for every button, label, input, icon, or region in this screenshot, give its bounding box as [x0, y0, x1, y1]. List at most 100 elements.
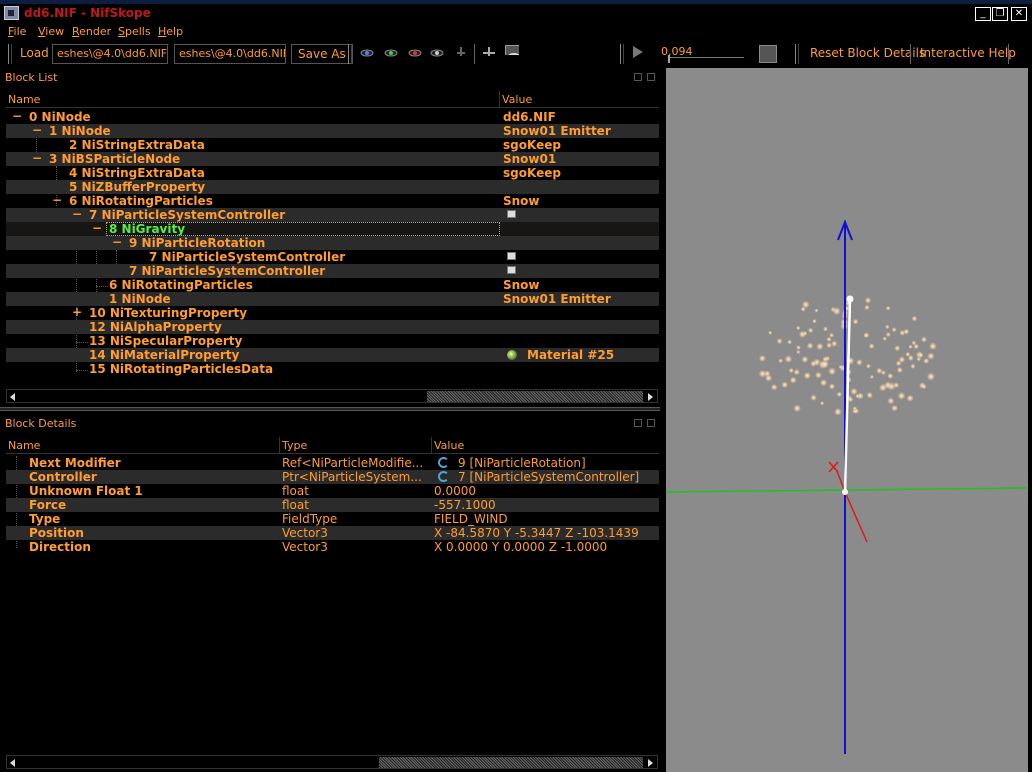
block-row[interactable]: 1 NiNode Snow01 Emitter — [6, 292, 659, 306]
field-value[interactable]: -557.1000 — [434, 498, 496, 512]
block-row[interactable]: 13 NiSpecularProperty — [6, 334, 659, 348]
collapse-toggle[interactable]: − — [12, 110, 22, 123]
field-value[interactable]: 0.0000 — [434, 484, 476, 498]
type-column-header[interactable]: Type — [280, 437, 432, 454]
field-name: Position — [29, 526, 84, 540]
block-row[interactable]: − 7 NiParticleSystemController — [6, 208, 659, 222]
time-slider-handle[interactable] — [668, 55, 670, 63]
field-value[interactable]: 7 [NiParticleSystemController] — [458, 470, 639, 484]
scroll-left-arrow-icon[interactable] — [10, 759, 15, 767]
menu-view[interactable]: View — [38, 25, 64, 38]
collapse-toggle[interactable]: − — [92, 222, 102, 235]
block-row[interactable]: 6 NiRotatingParticles Snow — [6, 278, 659, 292]
block-row[interactable]: 12 NiAlphaProperty — [6, 320, 659, 334]
field-value[interactable]: 9 [NiParticleRotation] — [458, 456, 586, 470]
block-details-float-button[interactable] — [634, 419, 642, 427]
view-toolbar-grip[interactable] — [348, 44, 352, 64]
controller-flag-icon — [507, 252, 516, 260]
value-column-header[interactable]: Value — [500, 91, 659, 108]
gravity-handle-icon[interactable] — [846, 295, 854, 303]
save-path-field[interactable]: eshes\@4.0\dd6.NIF — [174, 44, 286, 64]
menu-spells[interactable]: Spells — [118, 25, 151, 38]
detail-row[interactable]: Type FieldType FIELD_WIND — [6, 512, 659, 526]
block-row[interactable]: − 3 NiBSParticleNode Snow01 — [6, 152, 659, 166]
detail-row[interactable]: Next Modifier Ref<NiParticleModifie... 9… — [6, 456, 659, 470]
block-row[interactable]: 7 NiParticleSystemController — [6, 264, 659, 278]
detail-row[interactable]: Direction Vector3 X 0.0000 Y 0.0000 Z -1… — [6, 540, 659, 554]
menu-file[interactable]: File — [8, 25, 26, 38]
collapse-toggle[interactable]: − — [72, 208, 82, 221]
toolbar-grip[interactable] — [8, 44, 12, 64]
block-details-horizontal-scrollbar[interactable] — [6, 755, 658, 769]
block-row[interactable]: 2 NiStringExtraData sgoKeep — [6, 138, 659, 152]
block-row-selected[interactable]: − 8 NiGravity — [6, 222, 659, 236]
panel-splitter[interactable] — [0, 407, 660, 411]
interactive-help-button[interactable]: Interactive Help — [914, 44, 1022, 64]
detail-row[interactable]: Force float -557.1000 — [6, 498, 659, 512]
block-row[interactable]: + 10 NiTexturingProperty — [6, 306, 659, 321]
expand-toggle[interactable]: + — [72, 306, 82, 319]
block-row[interactable]: − 0 NiNode dd6.NIF — [6, 110, 659, 125]
3d-viewport[interactable] — [666, 68, 1028, 772]
collapse-toggle[interactable]: − — [112, 236, 122, 249]
detail-row[interactable]: Position Vector3 X -84.5870 Y -5.3447 Z … — [6, 526, 659, 540]
eye-white-icon[interactable] — [430, 48, 444, 58]
menu-render[interactable]: Render — [72, 25, 111, 38]
reset-block-details-button[interactable]: Reset Block Details — [804, 44, 931, 64]
field-value[interactable]: FIELD_WIND — [434, 512, 508, 526]
block-list-close-button[interactable] — [647, 73, 655, 81]
close-button[interactable]: ✕ — [1011, 7, 1027, 21]
block-row[interactable]: 5 NiZBufferProperty — [6, 180, 659, 194]
menu-help[interactable]: Help — [158, 25, 183, 38]
material-icon — [507, 350, 517, 360]
animation-time-slider[interactable] — [668, 57, 744, 63]
load-path-field[interactable]: eshes\@4.0\dd6.NIF — [52, 44, 168, 64]
scrollbar-track[interactable] — [427, 391, 643, 402]
field-type: float — [282, 484, 309, 498]
restore-button[interactable]: ❐ — [992, 7, 1008, 21]
load-button[interactable]: Load — [14, 44, 55, 64]
collapse-toggle[interactable]: − — [52, 194, 62, 207]
block-list-float-button[interactable] — [634, 73, 642, 81]
snow-particle — [819, 378, 828, 387]
name-column-header[interactable]: Name — [6, 437, 280, 454]
eye-blue-icon[interactable] — [360, 48, 374, 58]
loop-animation-icon[interactable] — [759, 45, 777, 63]
block-row[interactable]: 14 NiMaterialProperty Material #25 — [6, 348, 659, 362]
save-as-button[interactable]: Save As — [291, 44, 353, 64]
animation-toolbar-grip[interactable] — [620, 44, 624, 64]
snow-particle — [893, 382, 900, 389]
scroll-right-arrow-icon[interactable] — [648, 393, 653, 401]
detail-row[interactable]: Unknown Float 1 float 0.0000 — [6, 484, 659, 498]
block-row[interactable]: 15 NiRotatingParticlesData — [6, 362, 659, 376]
play-icon[interactable] — [633, 46, 643, 58]
origin-handle-icon[interactable] — [842, 489, 848, 495]
block-row[interactable]: 4 NiStringExtraData sgoKeep — [6, 166, 659, 180]
detail-row[interactable]: Controller Ptr<NiParticleSystem... 7 [Ni… — [6, 470, 659, 484]
eye-red-icon[interactable] — [408, 48, 422, 58]
value-column-header[interactable]: Value — [432, 437, 659, 454]
collapse-toggle[interactable]: − — [32, 124, 42, 137]
block-row[interactable]: − 1 NiNode Snow01 Emitter — [6, 124, 659, 138]
collapse-toggle[interactable]: − — [32, 152, 42, 165]
block-list-horizontal-scrollbar[interactable] — [6, 389, 658, 403]
field-value[interactable]: X -84.5870 Y -5.3447 Z -103.1439 — [434, 526, 639, 540]
scroll-right-arrow-icon[interactable] — [648, 759, 653, 767]
move-tool-icon[interactable] — [482, 46, 496, 56]
toolbar-separator — [1008, 44, 1009, 64]
field-value[interactable]: X 0.0000 Y 0.0000 Z -1.0000 — [434, 540, 607, 554]
scroll-left-arrow-icon[interactable] — [10, 393, 15, 401]
block-row[interactable]: 7 NiParticleSystemController — [6, 250, 659, 264]
block-row[interactable]: − 6 NiRotatingParticles Snow — [6, 194, 659, 209]
scrollbar-track[interactable] — [379, 757, 643, 768]
eye-green-icon[interactable] — [384, 48, 398, 58]
name-column-header[interactable]: Name — [6, 91, 500, 108]
viewport-scene[interactable] — [666, 68, 1028, 772]
toolbar-overflow-button[interactable] — [1014, 44, 1026, 64]
block-details-close-button[interactable] — [647, 419, 655, 427]
minimize-button[interactable]: _ — [975, 7, 991, 21]
block-row[interactable]: − 9 NiParticleRotation — [6, 236, 659, 250]
walk-mode-icon[interactable] — [455, 46, 469, 56]
view-mode-icon[interactable] — [505, 45, 519, 55]
help-toolbar-grip[interactable] — [795, 44, 799, 64]
